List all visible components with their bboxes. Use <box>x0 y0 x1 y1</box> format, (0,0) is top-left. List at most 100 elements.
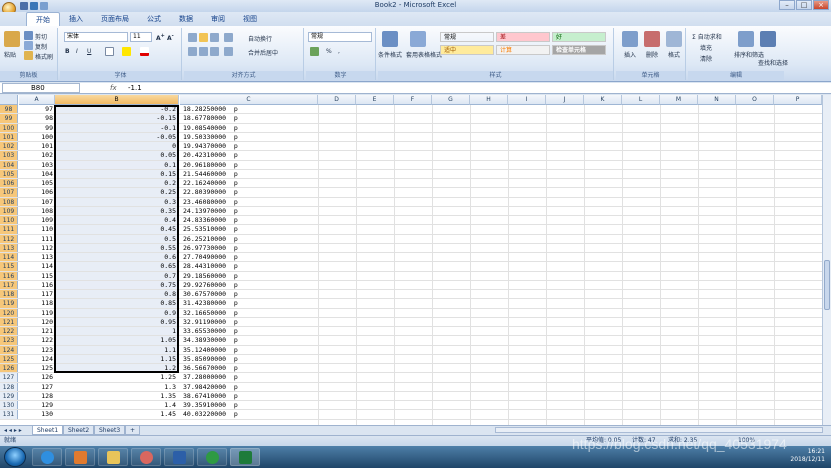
cell-c[interactable]: 28.44310000 p <box>180 262 340 271</box>
row-header[interactable]: 130 <box>0 401 18 410</box>
cell-a[interactable]: 104 <box>19 170 55 179</box>
cell-a[interactable]: 123 <box>19 346 55 355</box>
cell-b[interactable]: 0.3 <box>55 197 178 206</box>
paste-icon[interactable] <box>4 31 20 47</box>
cell-a[interactable]: 115 <box>19 272 55 281</box>
formula-input[interactable]: -1.1 <box>128 83 142 93</box>
close-button[interactable]: × <box>813 0 829 10</box>
column-header-p[interactable]: P <box>774 95 822 105</box>
sort-filter-icon[interactable] <box>738 31 754 47</box>
fill-color-icon[interactable] <box>122 47 131 56</box>
cell-a[interactable]: 127 <box>19 383 55 392</box>
clear-button[interactable]: 清除 <box>700 54 712 63</box>
cell-c[interactable]: 37.98420000 p <box>180 383 340 392</box>
style-good[interactable]: 好 <box>552 32 606 42</box>
cell-a[interactable]: 109 <box>19 216 55 225</box>
row-header[interactable]: 116 <box>0 271 18 280</box>
cell-c[interactable]: 18.67780000 p <box>180 114 340 123</box>
cell-b[interactable]: 1 <box>55 327 178 336</box>
row-header[interactable]: 105 <box>0 169 18 178</box>
cell-a[interactable]: 120 <box>19 318 55 327</box>
row-header[interactable]: 125 <box>0 354 18 363</box>
font-color-icon[interactable] <box>140 47 149 56</box>
cell-a[interactable]: 126 <box>19 373 55 382</box>
row-header[interactable]: 131 <box>0 410 18 419</box>
tab-page-layout[interactable]: 页面布局 <box>92 12 138 26</box>
cut-button[interactable]: 剪切 <box>35 32 47 41</box>
conditional-format-icon[interactable] <box>382 31 398 47</box>
sheet-nav-buttons[interactable]: ◂ ◂ ▸ ▸ <box>0 426 26 435</box>
cell-c[interactable]: 23.46080000 p <box>180 198 340 207</box>
cell-a[interactable]: 113 <box>19 253 55 262</box>
delete-cells-icon[interactable] <box>644 31 660 47</box>
cell-b[interactable]: 0.35 <box>55 206 178 215</box>
column-header-k[interactable]: K <box>584 95 622 105</box>
cell-a[interactable]: 103 <box>19 161 55 170</box>
cell-a[interactable]: 111 <box>19 235 55 244</box>
row-header[interactable]: 109 <box>0 206 18 215</box>
row-header[interactable]: 98 <box>0 105 18 114</box>
sheet-tab-2[interactable]: Sheet2 <box>63 426 95 435</box>
cell-c[interactable]: 40.03220000 p <box>180 410 340 419</box>
name-box[interactable]: B80 <box>2 83 80 93</box>
cell-c[interactable]: 35.85090000 p <box>180 355 340 364</box>
column-header-n[interactable]: N <box>698 95 736 105</box>
cell-a[interactable]: 102 <box>19 151 55 160</box>
autosum-button[interactable]: Σ 自动求和 <box>692 32 722 41</box>
cell-c[interactable]: 34.38930000 p <box>180 336 340 345</box>
column-header-d[interactable]: D <box>318 95 356 105</box>
cell-b[interactable]: -0.05 <box>55 132 178 141</box>
column-header-l[interactable]: L <box>622 95 660 105</box>
cell-c[interactable]: 19.50330000 p <box>180 133 340 142</box>
row-header[interactable]: 113 <box>0 243 18 252</box>
cell-a[interactable]: 122 <box>19 336 55 345</box>
border-icon[interactable] <box>105 47 114 56</box>
spreadsheet-grid[interactable]: A B C D E F G H I J K L M N O P 98 97 -0.2 18.28250000 p 99 9… <box>0 95 822 425</box>
cell-a[interactable]: 121 <box>19 327 55 336</box>
cell-c[interactable]: 24.83360000 p <box>180 216 340 225</box>
row-header[interactable]: 103 <box>0 151 18 160</box>
cell-a[interactable]: 110 <box>19 225 55 234</box>
insert-sheet-tab[interactable]: + <box>125 426 141 435</box>
cell-a[interactable]: 118 <box>19 299 55 308</box>
taskbar-ie[interactable] <box>32 448 62 466</box>
cell-b[interactable]: 1.4 <box>55 401 178 409</box>
row-header[interactable]: 120 <box>0 308 18 317</box>
row-header[interactable]: 112 <box>0 234 18 243</box>
cell-a[interactable]: 101 <box>19 142 55 151</box>
row-header[interactable]: 122 <box>0 327 18 336</box>
cell-c[interactable]: 19.94370000 p <box>180 142 340 151</box>
cell-b[interactable]: 0.65 <box>55 262 178 271</box>
row-header[interactable]: 110 <box>0 216 18 225</box>
cell-b[interactable]: 0.45 <box>55 225 178 234</box>
cell-a[interactable]: 130 <box>19 410 55 419</box>
copy-button[interactable]: 复制 <box>35 42 47 51</box>
taskbar-excel[interactable] <box>230 448 260 466</box>
cell-c[interactable]: 32.16650000 p <box>180 309 340 318</box>
find-select-icon[interactable] <box>760 31 776 47</box>
format-table-icon[interactable] <box>410 31 426 47</box>
format-cells-icon[interactable] <box>666 31 682 47</box>
align-bottom-icon[interactable] <box>210 33 219 42</box>
number-format-select[interactable]: 常规 <box>308 32 372 42</box>
cell-c[interactable]: 27.70490000 p <box>180 253 340 262</box>
column-header-f[interactable]: F <box>394 95 432 105</box>
cell-b[interactable]: 1.05 <box>55 336 178 345</box>
select-all-corner[interactable] <box>0 95 18 105</box>
tab-home[interactable]: 开始 <box>26 12 60 26</box>
row-header[interactable]: 124 <box>0 345 18 354</box>
vertical-scrollbar[interactable] <box>822 95 831 425</box>
cell-b[interactable]: 0.25 <box>55 188 178 197</box>
column-header-e[interactable]: E <box>356 95 394 105</box>
cell-c[interactable]: 32.91190000 p <box>180 318 340 327</box>
align-top-icon[interactable] <box>188 33 197 42</box>
cell-c[interactable]: 26.25210000 p <box>180 235 340 244</box>
cell-b[interactable]: 0.85 <box>55 299 178 308</box>
row-header[interactable]: 115 <box>0 262 18 271</box>
column-header-b[interactable]: B <box>55 95 179 105</box>
taskbar-word[interactable] <box>164 448 194 466</box>
tab-view[interactable]: 视图 <box>234 12 266 26</box>
cell-a[interactable]: 99 <box>19 124 55 133</box>
format-table-button[interactable]: 套用表格格式 <box>406 50 442 59</box>
row-header[interactable]: 123 <box>0 336 18 345</box>
